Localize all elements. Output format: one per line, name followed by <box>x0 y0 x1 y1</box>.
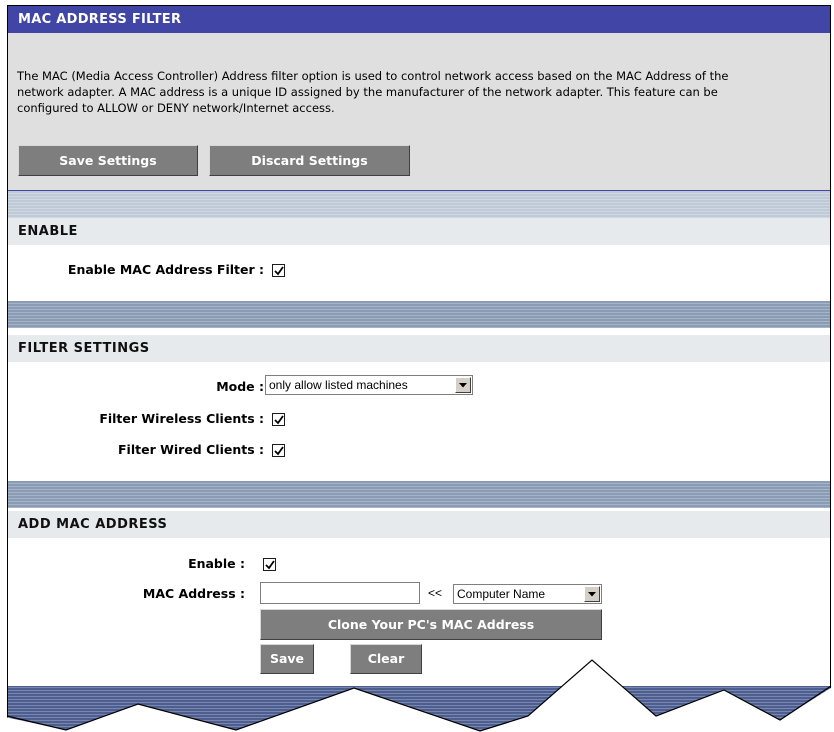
torn-edge-decoration <box>0 659 834 732</box>
